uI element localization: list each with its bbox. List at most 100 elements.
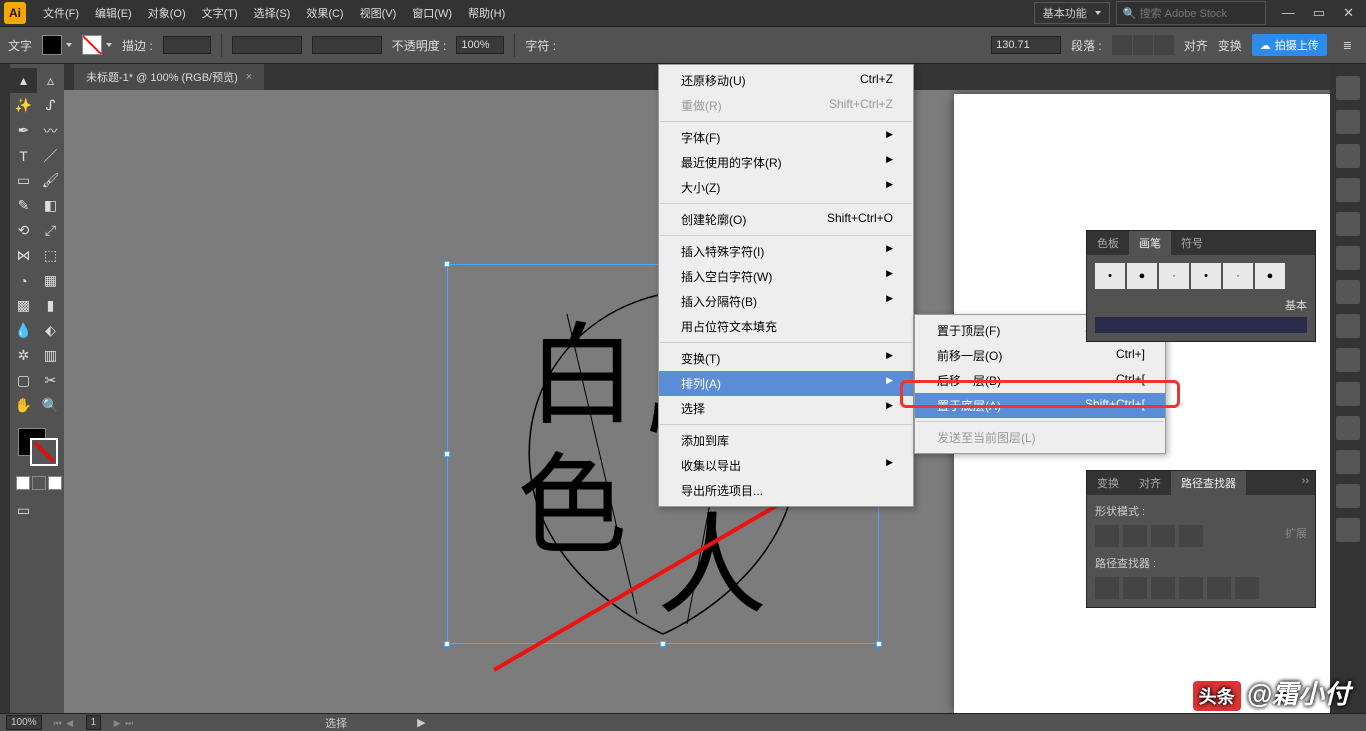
menu-help[interactable]: 帮助(H) xyxy=(461,1,512,25)
var-width-input[interactable] xyxy=(232,36,302,54)
menu-effect[interactable]: 效果(C) xyxy=(299,1,350,25)
tab-pathfinder[interactable]: 路径查找器 xyxy=(1171,471,1246,495)
tab-transform[interactable]: 变换 xyxy=(1087,471,1129,495)
pathfinder-panel[interactable]: 变换 对齐 路径查找器 ›› 形状模式 : 扩展 路径查找器 : xyxy=(1086,470,1316,608)
menu-item[interactable]: 大小(Z)▶ xyxy=(659,175,913,200)
panel-icon[interactable] xyxy=(1336,246,1360,270)
exclude-button[interactable] xyxy=(1179,525,1203,547)
color-mode-icon[interactable] xyxy=(16,476,30,490)
divide-button[interactable] xyxy=(1095,577,1119,599)
panel-icon[interactable] xyxy=(1336,450,1360,474)
panel-icon[interactable] xyxy=(1336,314,1360,338)
menu-item[interactable]: 插入空白字符(W)▶ xyxy=(659,264,913,289)
slice-tool[interactable]: ✂ xyxy=(37,368,64,393)
panel-icon[interactable] xyxy=(1336,416,1360,440)
selection-tool[interactable]: ▴ xyxy=(10,68,37,93)
pen-tool[interactable]: ✒ xyxy=(10,118,37,143)
rectangle-tool[interactable]: ▭ xyxy=(10,168,37,193)
menu-item[interactable]: 插入分隔符(B)▶ xyxy=(659,289,913,314)
panel-icon[interactable] xyxy=(1336,348,1360,372)
type-tool[interactable]: T xyxy=(10,143,37,168)
upload-button[interactable]: ☁ 拍摄上传 xyxy=(1252,34,1327,56)
paintbrush-tool[interactable]: 🖌 xyxy=(37,168,64,193)
menu-item[interactable]: 创建轮廓(O)Shift+Ctrl+O xyxy=(659,207,913,232)
document-tab[interactable]: 未标题-1* @ 100% (RGB/预览)× xyxy=(74,64,264,90)
menu-type[interactable]: 文字(T) xyxy=(195,1,245,25)
magic-wand-tool[interactable]: ✨ xyxy=(10,93,37,118)
perspective-tool[interactable]: ▦ xyxy=(37,268,64,293)
mesh-tool[interactable]: ▩ xyxy=(10,293,37,318)
intersect-button[interactable] xyxy=(1151,525,1175,547)
stroke-weight-input[interactable] xyxy=(163,36,211,54)
opacity-input[interactable] xyxy=(456,36,504,54)
none-mode-icon[interactable] xyxy=(48,476,62,490)
panel-icon[interactable] xyxy=(1336,212,1360,236)
panel-icon[interactable] xyxy=(1336,144,1360,168)
panel-icon[interactable] xyxy=(1336,484,1360,508)
unite-button[interactable] xyxy=(1095,525,1119,547)
menu-item[interactable]: 插入特殊字符(I)▶ xyxy=(659,239,913,264)
panel-icon[interactable] xyxy=(1336,178,1360,202)
menu-item[interactable]: 最近使用的字体(R)▶ xyxy=(659,150,913,175)
expand-button[interactable]: 扩展 xyxy=(1285,525,1307,547)
close-button[interactable]: ✕ xyxy=(1343,5,1354,21)
menu-item[interactable]: 选择▶ xyxy=(659,396,913,421)
menu-select[interactable]: 选择(S) xyxy=(247,1,298,25)
brushes-panel[interactable]: 色板 画笔 符号 •●·•·● 基本 xyxy=(1086,230,1316,342)
menu-item[interactable]: 用占位符文本填充 xyxy=(659,314,913,339)
zoom-tool[interactable]: 🔍 xyxy=(37,393,64,418)
menu-item[interactable]: 变换(T)▶ xyxy=(659,346,913,371)
menu-item[interactable]: 前移一层(O)Ctrl+] xyxy=(915,343,1165,368)
artboard-number-field[interactable]: 1 xyxy=(86,715,102,730)
panel-icon[interactable] xyxy=(1336,280,1360,304)
width-tool[interactable]: ⋈ xyxy=(10,243,37,268)
menu-item[interactable]: 还原移动(U)Ctrl+Z xyxy=(659,68,913,93)
minimize-button[interactable]: — xyxy=(1282,5,1295,21)
symbol-sprayer-tool[interactable]: ✲ xyxy=(10,343,37,368)
transform-link[interactable]: 变换 xyxy=(1218,37,1242,54)
line-tool[interactable]: ／ xyxy=(37,143,64,168)
workspace-dropdown[interactable]: 基本功能 xyxy=(1034,2,1110,24)
artboard-nav[interactable]: ⏮◀ xyxy=(52,717,76,729)
panel-icon[interactable] xyxy=(1336,518,1360,542)
align-link[interactable]: 对齐 xyxy=(1184,37,1208,54)
panel-menu-icon[interactable]: ≣ xyxy=(1337,39,1358,52)
menu-item[interactable]: 导出所选项目... xyxy=(659,478,913,503)
panel-icon[interactable] xyxy=(1336,110,1360,134)
menu-item[interactable]: 收集以导出▶ xyxy=(659,453,913,478)
menu-object[interactable]: 对象(O) xyxy=(141,1,193,25)
rotate-tool[interactable]: ⟲ xyxy=(10,218,37,243)
minus-back-button[interactable] xyxy=(1235,577,1259,599)
panel-icon[interactable] xyxy=(1336,382,1360,406)
free-transform-tool[interactable]: ⬚ xyxy=(37,243,64,268)
menu-view[interactable]: 视图(V) xyxy=(353,1,404,25)
screen-mode-icon[interactable]: ▭ xyxy=(10,498,37,523)
menu-item[interactable]: 字体(F)▶ xyxy=(659,125,913,150)
stroke-swatch[interactable] xyxy=(82,35,112,55)
paragraph-align-icons[interactable] xyxy=(1112,35,1174,55)
fill-stroke-indicator[interactable] xyxy=(10,424,64,474)
artboard-tool[interactable]: ▢ xyxy=(10,368,37,393)
fill-swatch[interactable] xyxy=(42,35,72,55)
menu-window[interactable]: 窗口(W) xyxy=(405,1,459,25)
menu-edit[interactable]: 编辑(E) xyxy=(88,1,139,25)
shaper-tool[interactable]: ✎ xyxy=(10,193,37,218)
crop-button[interactable] xyxy=(1179,577,1203,599)
trim-button[interactable] xyxy=(1123,577,1147,599)
scale-tool[interactable]: ⤢ xyxy=(37,218,64,243)
minus-front-button[interactable] xyxy=(1123,525,1147,547)
search-input[interactable]: 🔍 搜索 Adobe Stock xyxy=(1116,1,1266,25)
blend-tool[interactable]: ⬖ xyxy=(37,318,64,343)
hand-tool[interactable]: ✋ xyxy=(10,393,37,418)
eraser-tool[interactable]: ◧ xyxy=(37,193,64,218)
gradient-mode-icon[interactable] xyxy=(32,476,46,490)
menu-item[interactable]: 排列(A)▶ xyxy=(659,371,913,396)
brush-def-input[interactable] xyxy=(312,36,382,54)
graph-tool[interactable]: ▥ xyxy=(37,343,64,368)
curvature-tool[interactable]: 〰 xyxy=(37,118,64,143)
scroll-arrow-icon[interactable]: ▶ xyxy=(417,716,425,729)
artboard-nav[interactable]: ▶⏭ xyxy=(111,717,135,729)
panel-collapse-icon[interactable]: ›› xyxy=(1296,471,1315,495)
menu-file[interactable]: 文件(F) xyxy=(36,1,86,25)
shape-builder-tool[interactable]: ◔ xyxy=(10,268,37,293)
